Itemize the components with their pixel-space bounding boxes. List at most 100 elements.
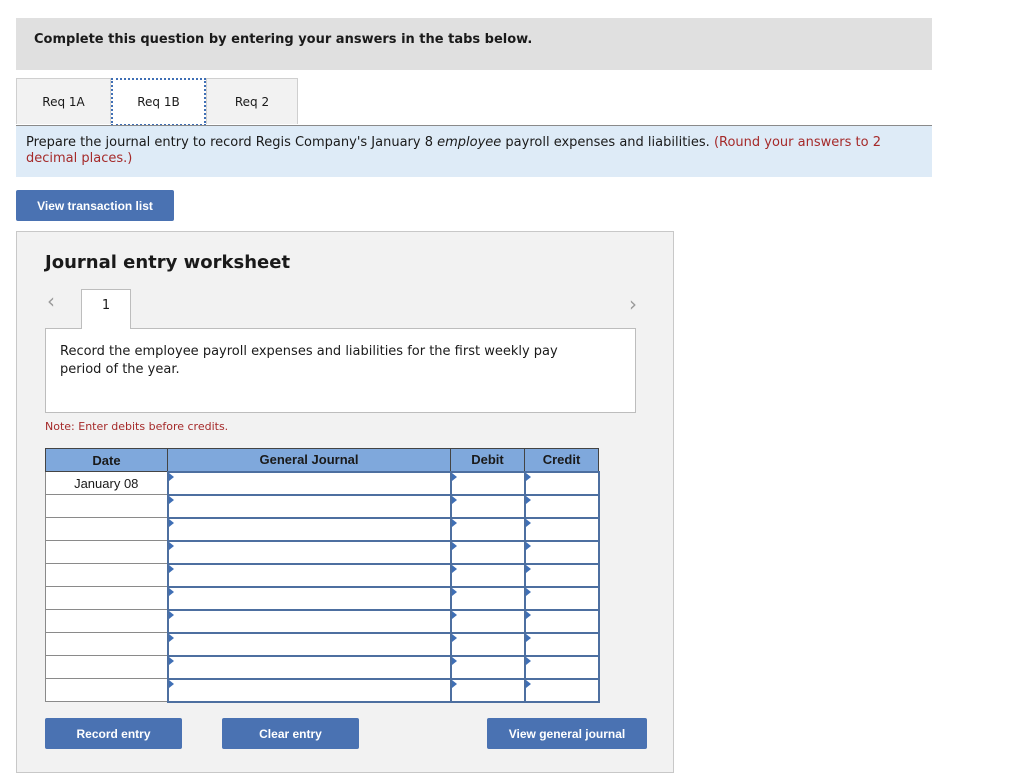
dropdown-indicator-icon [525, 541, 531, 550]
instructions-part1: Prepare the journal entry to record Regi… [26, 135, 438, 150]
instructions-text: Prepare the journal entry to record Regi… [26, 135, 906, 167]
entry-tab-1[interactable]: 1 [81, 289, 131, 329]
debit-input[interactable] [449, 677, 526, 703]
date-cell [45, 563, 168, 587]
instructions-part2: payroll expenses and liabilities. [501, 135, 714, 150]
dropdown-indicator-icon [451, 472, 457, 481]
date-cell: January 08 [45, 471, 168, 495]
table-row [45, 516, 600, 542]
debit-input[interactable] [449, 608, 526, 634]
table-row [45, 539, 600, 565]
entry-description: Record the employee payroll expenses and… [60, 344, 558, 377]
chevron-left-icon[interactable]: ‹ [47, 289, 55, 313]
dropdown-indicator-icon [451, 518, 457, 527]
banner-text: Complete this question by entering your … [34, 32, 533, 47]
entry-description-box: Record the employee payroll expenses and… [45, 328, 636, 413]
tab-req-1a[interactable]: Req 1A [16, 78, 111, 124]
dropdown-indicator-icon [451, 564, 457, 573]
dropdown-indicator-icon [451, 656, 457, 665]
credit-input[interactable] [523, 539, 600, 565]
tab-req-1b[interactable]: Req 1B [111, 78, 206, 126]
credit-input[interactable] [523, 516, 600, 542]
credit-input[interactable] [523, 677, 600, 703]
debit-input[interactable] [449, 631, 526, 657]
credit-input[interactable] [523, 585, 600, 611]
debit-input[interactable] [449, 562, 526, 588]
dropdown-indicator-icon [451, 495, 457, 504]
tab-req-2[interactable]: Req 2 [206, 78, 298, 124]
account-input[interactable] [166, 539, 452, 565]
view-general-journal-button[interactable]: View general journal [487, 718, 647, 749]
date-cell [45, 540, 168, 564]
debit-input[interactable] [449, 516, 526, 542]
tab-label: Req 1A [42, 94, 85, 109]
dropdown-indicator-icon [525, 656, 531, 665]
dropdown-indicator-icon [168, 472, 174, 481]
dropdown-indicator-icon [451, 541, 457, 550]
dropdown-indicator-icon [168, 541, 174, 550]
debit-input[interactable] [449, 539, 526, 565]
dropdown-indicator-icon [168, 679, 174, 688]
credit-input[interactable] [523, 654, 600, 680]
record-entry-button[interactable]: Record entry [45, 718, 182, 749]
table-row: January 08 [45, 470, 600, 496]
question-instructions: Prepare the journal entry to record Regi… [16, 126, 932, 177]
credit-input[interactable] [523, 608, 600, 634]
dropdown-indicator-icon [525, 679, 531, 688]
table-row [45, 493, 600, 519]
view-transaction-list-button[interactable]: View transaction list [16, 190, 174, 221]
dropdown-indicator-icon [525, 610, 531, 619]
dropdown-indicator-icon [168, 656, 174, 665]
dropdown-indicator-icon [168, 610, 174, 619]
table-row [45, 585, 600, 611]
clear-entry-button[interactable]: Clear entry [222, 718, 359, 749]
table-row [45, 631, 600, 657]
dropdown-indicator-icon [168, 587, 174, 596]
account-input[interactable] [166, 585, 452, 611]
dropdown-indicator-icon [451, 679, 457, 688]
date-cell [45, 586, 168, 610]
col-debit: Debit [450, 448, 525, 472]
table-row [45, 562, 600, 588]
account-input[interactable] [166, 654, 452, 680]
tab-label: Req 1B [137, 95, 180, 109]
dropdown-indicator-icon [525, 495, 531, 504]
dropdown-indicator-icon [525, 518, 531, 527]
date-cell [45, 609, 168, 633]
date-cell [45, 494, 168, 518]
dropdown-indicator-icon [168, 564, 174, 573]
dropdown-indicator-icon [525, 587, 531, 596]
dropdown-indicator-icon [525, 472, 531, 481]
requirement-tabs: Req 1A Req 1B Req 2 [16, 78, 932, 126]
journal-entry-worksheet: Journal entry worksheet ‹ › 1 Record the… [16, 231, 674, 773]
table-row [45, 654, 600, 680]
account-input[interactable] [166, 631, 452, 657]
worksheet-title: Journal entry worksheet [45, 252, 291, 273]
account-input[interactable] [166, 470, 452, 496]
debit-input[interactable] [449, 654, 526, 680]
credit-input[interactable] [523, 470, 600, 496]
debits-note: Note: Enter debits before credits. [45, 420, 229, 433]
tab-label: Req 2 [234, 94, 270, 109]
dropdown-indicator-icon [525, 633, 531, 642]
account-input[interactable] [166, 562, 452, 588]
account-input[interactable] [166, 493, 452, 519]
entry-tab-label: 1 [101, 298, 111, 313]
credit-input[interactable] [523, 631, 600, 657]
credit-input[interactable] [523, 493, 600, 519]
debit-input[interactable] [449, 493, 526, 519]
date-cell [45, 517, 168, 541]
account-input[interactable] [166, 677, 452, 703]
table-row [45, 677, 600, 703]
date-cell [45, 632, 168, 656]
chevron-right-icon[interactable]: › [629, 292, 637, 316]
debit-input[interactable] [449, 470, 526, 496]
date-cell [45, 678, 168, 702]
account-input[interactable] [166, 516, 452, 542]
credit-input[interactable] [523, 562, 600, 588]
dropdown-indicator-icon [451, 633, 457, 642]
account-input[interactable] [166, 608, 452, 634]
col-credit: Credit [524, 448, 599, 472]
debit-input[interactable] [449, 585, 526, 611]
col-general-journal: General Journal [167, 448, 451, 472]
